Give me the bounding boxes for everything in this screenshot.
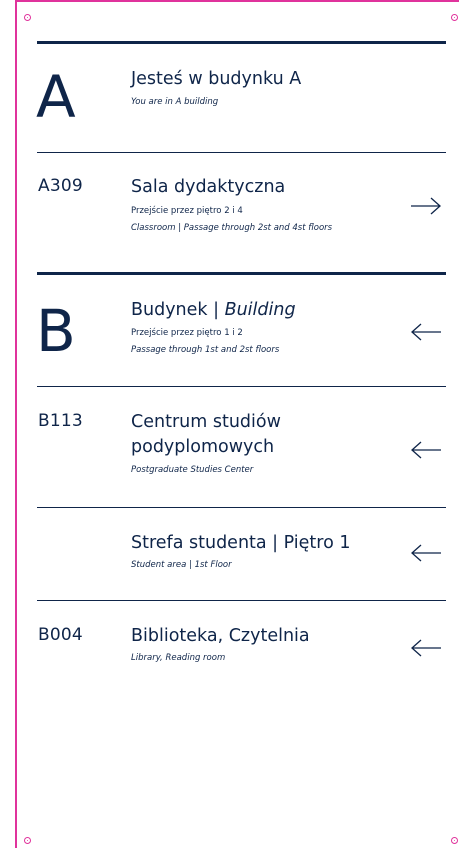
building-b-title-en: Building (224, 300, 296, 320)
registration-mark-bottom-right (451, 837, 458, 844)
registration-mark-top-left (24, 14, 31, 21)
room-title-b004: Biblioteka, Czytelnia (131, 626, 310, 646)
student-area-subtitle: Student area | 1st Floor (131, 560, 232, 570)
room-title-b113-line2: podyplomowych (131, 437, 275, 457)
student-area-title: Strefa studenta | Piętro 1 (131, 533, 351, 553)
building-b-title: Budynek | Building (131, 299, 296, 321)
building-letter-a: A (36, 63, 76, 131)
room-code-a309: A309 (38, 176, 83, 196)
room-passage-pl-a309: Przejście przez piętro 2 i 4 (131, 206, 243, 216)
current-building-subtitle: You are in A building (131, 97, 219, 107)
room-code-b004: B004 (38, 625, 83, 645)
arrow-left-icon (411, 639, 441, 657)
divider-building-b (37, 272, 446, 275)
room-subtitle-b004: Library, Reading room (131, 653, 226, 663)
registration-mark-bottom-left (24, 837, 31, 844)
divider (37, 386, 446, 387)
registration-mark-top-right (451, 14, 458, 21)
room-subtitle-b113: Postgraduate Studies Center (131, 465, 254, 475)
building-b-passage-en: Passage through 1st and 2st floors (131, 345, 280, 355)
arrow-left-icon (411, 441, 441, 459)
divider (37, 600, 446, 601)
current-building-title: Jesteś w budynku A (131, 69, 302, 89)
room-passage-en-a309: Classroom | Passage through 2st and 4st … (131, 223, 333, 233)
divider (37, 507, 446, 508)
room-title-b113-line1: Centrum studiów (131, 412, 281, 432)
arrow-right-icon (411, 197, 441, 215)
arrow-left-icon (411, 323, 441, 341)
divider-top (37, 41, 446, 44)
divider (37, 152, 446, 153)
building-b-passage-pl: Przejście przez piętro 1 i 2 (131, 328, 243, 338)
arrow-left-icon (411, 544, 441, 562)
room-code-b113: B113 (38, 411, 83, 431)
building-letter-b: B (36, 297, 76, 365)
building-b-title-pl: Budynek | (131, 300, 225, 320)
room-title-a309: Sala dydaktyczna (131, 177, 286, 197)
